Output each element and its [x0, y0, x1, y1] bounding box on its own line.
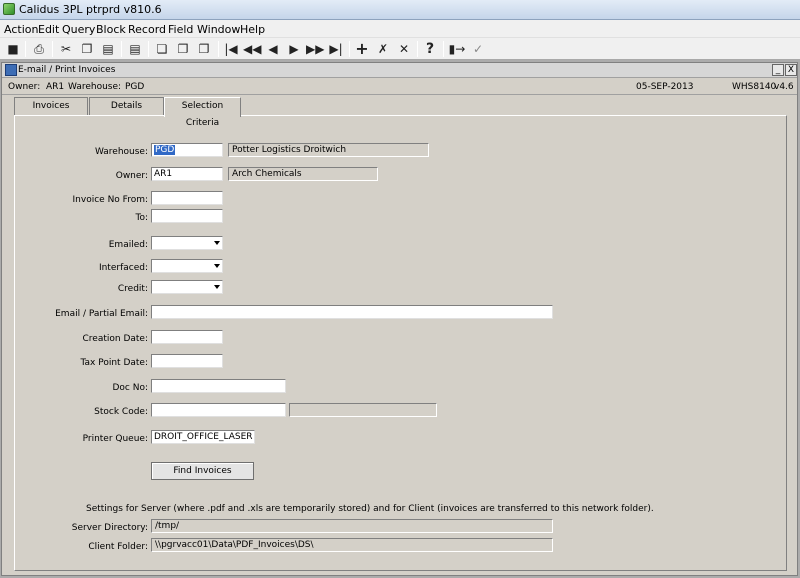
- stock-code-input[interactable]: [151, 403, 286, 417]
- credit-label: Credit:: [117, 284, 148, 294]
- delete-icon[interactable]: ✗: [374, 40, 392, 58]
- clear-icon[interactable]: ▤: [126, 40, 144, 58]
- toolbar: ■ ⎙ ✂ ❐ ▤ ▤ ❏ ❐ ❐ |◀ ◀◀ ◀ ▶ ▶▶ ▶| + ✗ ✕ …: [0, 38, 800, 60]
- prev-icon[interactable]: ◀: [264, 40, 282, 58]
- exit-icon[interactable]: ▮→: [448, 40, 466, 58]
- warehouse-field-label: Warehouse:: [94, 147, 148, 157]
- next-icon[interactable]: ▶: [285, 40, 303, 58]
- credit-select[interactable]: [151, 280, 223, 294]
- menu-field[interactable]: Field: [168, 23, 193, 36]
- menu-block[interactable]: Block: [96, 23, 126, 36]
- tax-point-date-input[interactable]: [151, 354, 223, 368]
- copy-record-icon[interactable]: ❏: [153, 40, 171, 58]
- toolbar-divider: [121, 41, 122, 57]
- toolbar-divider: [443, 41, 444, 57]
- interfaced-select[interactable]: [151, 259, 223, 273]
- form-id: WHS8140: [732, 82, 777, 92]
- owner-label: Owner:: [8, 82, 41, 92]
- menu-record[interactable]: Record: [128, 23, 166, 36]
- current-date: 05-SEP-2013: [636, 82, 694, 92]
- invoice-from-label: Invoice No From:: [72, 195, 148, 205]
- menu-edit[interactable]: Edit: [38, 23, 59, 36]
- duplicate-icon[interactable]: ❐: [195, 40, 213, 58]
- client-folder-field: \\pgrvacc01\Data\PDF_Invoices\DS\: [151, 538, 553, 552]
- owner-field-label: Owner:: [115, 171, 148, 181]
- toolbar-divider: [148, 41, 149, 57]
- client-folder-label: Client Folder:: [88, 542, 148, 552]
- menu-bar: Action Edit Query Block Record Field Win…: [0, 20, 800, 38]
- chevron-down-icon: [214, 241, 220, 245]
- toolbar-divider: [218, 41, 219, 57]
- owner-description: Arch Chemicals: [228, 167, 378, 181]
- cut-icon[interactable]: ✂: [57, 40, 75, 58]
- first-icon[interactable]: |◀: [222, 40, 240, 58]
- save-icon[interactable]: ■: [4, 40, 22, 58]
- chevron-down-icon: [214, 264, 220, 268]
- invoice-to-input[interactable]: [151, 209, 223, 223]
- menu-query[interactable]: Query: [62, 23, 95, 36]
- chevron-down-icon: [214, 285, 220, 289]
- form-window-title-bar: E-mail / Print Invoices _ X: [2, 63, 797, 78]
- tab-details[interactable]: Details: [89, 97, 164, 116]
- server-directory-field: /tmp/: [151, 519, 553, 533]
- interfaced-label: Interfaced:: [98, 263, 148, 273]
- app-icon: [3, 3, 15, 15]
- context-bar: Owner: AR1 Warehouse: PGD 05-SEP-2013 WH…: [2, 79, 797, 95]
- clear-record-icon[interactable]: ✕: [395, 40, 413, 58]
- creation-date-input[interactable]: [151, 330, 223, 344]
- copy-icon[interactable]: ❐: [78, 40, 96, 58]
- last-icon[interactable]: ▶|: [327, 40, 345, 58]
- printer-queue-label: Printer Queue:: [82, 434, 148, 444]
- email-input[interactable]: [151, 305, 553, 319]
- settings-note: Settings for Server (where .pdf and .xls…: [86, 504, 654, 514]
- insert-icon[interactable]: +: [353, 40, 371, 58]
- menu-window[interactable]: Window: [197, 23, 240, 36]
- invoice-to-label: To:: [135, 213, 148, 223]
- form-window-title: E-mail / Print Invoices: [18, 65, 116, 75]
- tax-point-date-label: Tax Point Date:: [80, 358, 148, 368]
- help-icon[interactable]: ?: [421, 40, 439, 58]
- warehouse-code: PGD: [125, 82, 145, 92]
- emailed-select[interactable]: [151, 236, 223, 250]
- printer-queue-input[interactable]: DROIT_OFFICE_LASER: [151, 430, 255, 444]
- tab-selection-criteria[interactable]: Selection Criteria: [164, 97, 241, 128]
- stock-code-description: [289, 403, 437, 417]
- warehouse-value: PGD: [154, 145, 176, 155]
- app-title-bar: Calidus 3PL ptrprd v810.6: [0, 0, 800, 20]
- server-directory-label: Server Directory:: [71, 523, 148, 533]
- menu-action[interactable]: Action: [4, 23, 38, 36]
- window-icon: [5, 64, 17, 76]
- warehouse-input[interactable]: PGD: [151, 143, 223, 157]
- invoice-from-input[interactable]: [151, 191, 223, 205]
- owner-input[interactable]: AR1: [151, 167, 223, 181]
- stock-code-label: Stock Code:: [94, 407, 148, 417]
- warehouse-description: Potter Logistics Droitwich: [228, 143, 429, 157]
- form-version: v4.6: [774, 82, 794, 92]
- creation-date-label: Creation Date:: [82, 334, 148, 344]
- paste-icon[interactable]: ▤: [99, 40, 117, 58]
- app-title: Calidus 3PL ptrprd v810.6: [19, 3, 162, 16]
- menu-help[interactable]: Help: [240, 23, 265, 36]
- toolbar-divider: [25, 41, 26, 57]
- toolbar-divider: [417, 41, 418, 57]
- doc-no-input[interactable]: [151, 379, 286, 393]
- accept-icon[interactable]: ✓: [469, 40, 487, 58]
- owner-code: AR1: [46, 82, 65, 92]
- email-label: Email / Partial Email:: [55, 309, 148, 319]
- warehouse-label: Warehouse:: [68, 82, 122, 92]
- tab-invoices[interactable]: Invoices: [14, 97, 88, 116]
- prev-set-icon[interactable]: ◀◀: [243, 40, 261, 58]
- close-button[interactable]: X: [785, 64, 797, 76]
- minimize-button[interactable]: _: [772, 64, 784, 76]
- paste-record-icon[interactable]: ❐: [174, 40, 192, 58]
- toolbar-divider: [52, 41, 53, 57]
- next-set-icon[interactable]: ▶▶: [306, 40, 324, 58]
- toolbar-divider: [349, 41, 350, 57]
- find-invoices-button[interactable]: Find Invoices: [151, 462, 254, 480]
- print-icon[interactable]: ⎙: [30, 40, 48, 58]
- doc-no-label: Doc No:: [112, 383, 148, 393]
- emailed-label: Emailed:: [108, 240, 148, 250]
